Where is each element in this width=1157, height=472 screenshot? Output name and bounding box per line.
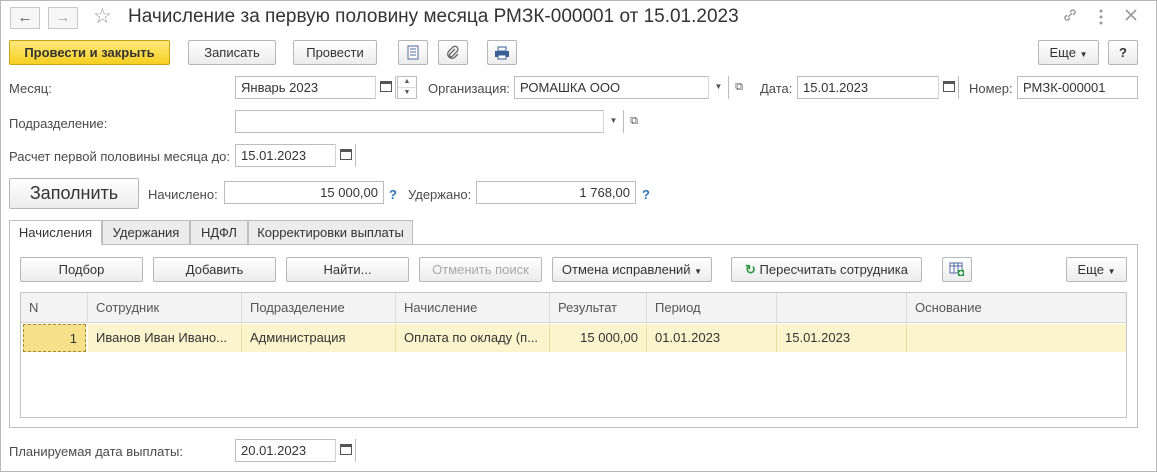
calendar-icon xyxy=(340,444,352,455)
table-cell-employee[interactable]: Иванов Иван Ивано... xyxy=(88,324,242,352)
open-window-icon: ⧉ xyxy=(630,115,638,127)
table-cell-basis[interactable] xyxy=(907,324,1126,352)
table-cell-n[interactable]: 1 xyxy=(23,324,86,352)
dropdown-arrow-icon: ▼ xyxy=(1107,267,1116,276)
arrow-right-icon: → xyxy=(55,9,71,26)
column-header-result[interactable]: Результат xyxy=(550,293,647,323)
column-header-n[interactable]: N xyxy=(21,293,88,323)
pay-date-calendar-button[interactable] xyxy=(335,439,355,462)
back-button[interactable]: ← xyxy=(10,7,40,29)
paperclip-icon xyxy=(447,45,459,59)
calendar-icon xyxy=(943,81,955,92)
chevron-down-icon: ▼ xyxy=(714,82,723,91)
month-input[interactable]: Январь 2023 xyxy=(235,76,396,99)
organization-dropdown-button[interactable]: ▼ xyxy=(708,76,728,99)
withheld-help-link[interactable]: ? xyxy=(642,187,650,202)
tab-withholdings[interactable]: Удержания xyxy=(102,220,190,245)
table-settings-button[interactable] xyxy=(942,257,972,282)
month-stepper[interactable]: ▲ ▼ xyxy=(397,76,417,99)
add-button[interactable]: Добавить xyxy=(153,257,276,282)
pay-date-label: Планируемая дата выплаты: xyxy=(9,444,183,459)
calc-until-calendar-button[interactable] xyxy=(335,144,355,167)
forward-button[interactable]: → xyxy=(48,7,78,29)
window-title: Начисление за первую половину месяца РМЗ… xyxy=(128,6,739,27)
fill-button[interactable]: Заполнить xyxy=(9,178,139,209)
save-button[interactable]: Записать xyxy=(188,40,276,65)
department-dropdown-button[interactable]: ▼ xyxy=(603,110,623,133)
department-label: Подразделение: xyxy=(9,116,108,131)
withheld-label: Удержано: xyxy=(408,187,472,202)
table-cell-department[interactable]: Администрация xyxy=(242,324,396,352)
star-icon[interactable]: ☆ xyxy=(93,4,112,29)
print-button[interactable] xyxy=(487,40,517,65)
date-label: Дата: xyxy=(760,81,793,96)
month-calendar-button[interactable] xyxy=(375,76,395,99)
withheld-value: 1 768,00 xyxy=(476,181,636,204)
column-header-department[interactable]: Подразделение xyxy=(242,293,396,323)
cancel-fixes-label: Отмена исправлений xyxy=(561,262,691,277)
report-button[interactable] xyxy=(398,40,428,65)
refresh-icon: ↻ xyxy=(745,262,756,277)
month-label: Месяц: xyxy=(9,81,52,96)
organization-input[interactable]: РОМАШКА ООО xyxy=(514,76,729,99)
column-header-accrual[interactable]: Начисление xyxy=(396,293,550,323)
post-and-close-button[interactable]: Провести и закрыть xyxy=(9,40,170,65)
organization-open-button[interactable]: ⧉ xyxy=(729,76,749,99)
recalc-label: Пересчитать сотрудника xyxy=(759,262,908,277)
tab-ndfl[interactable]: НДФЛ xyxy=(190,220,248,245)
table-cell-result[interactable]: 15 000,00 xyxy=(550,324,647,352)
pick-button[interactable]: Подбор xyxy=(20,257,143,282)
accrued-help-link[interactable]: ? xyxy=(389,187,397,202)
more-button[interactable]: Еще ▼ xyxy=(1038,40,1099,65)
document-icon xyxy=(407,45,419,60)
dropdown-arrow-icon: ▼ xyxy=(694,267,703,276)
arrow-left-icon: ← xyxy=(17,9,33,26)
table-add-icon xyxy=(949,262,964,276)
calendar-icon xyxy=(340,149,352,160)
more-vertical-icon[interactable] xyxy=(1098,9,1104,29)
column-header-employee[interactable]: Сотрудник xyxy=(88,293,242,323)
find-button[interactable]: Найти... xyxy=(286,257,409,282)
number-label: Номер: xyxy=(969,81,1013,96)
date-input[interactable]: 15.01.2023 xyxy=(797,76,959,99)
department-open-button[interactable]: ⧉ xyxy=(624,110,644,133)
table-cell-period-to[interactable]: 15.01.2023 xyxy=(777,324,907,352)
post-button[interactable]: Провести xyxy=(293,40,377,65)
column-header-period-end[interactable] xyxy=(777,293,907,323)
recalc-employee-button[interactable]: ↻ Пересчитать сотрудника xyxy=(731,257,922,282)
accrued-value: 15 000,00 xyxy=(224,181,384,204)
dropdown-arrow-icon: ▼ xyxy=(1079,50,1088,59)
table-more-label: Еще xyxy=(1077,262,1104,277)
calendar-icon xyxy=(380,81,392,92)
tab-payment-adjustments[interactable]: Корректировки выплаты xyxy=(248,220,413,245)
attach-button[interactable] xyxy=(438,40,468,65)
cancel-search-button[interactable]: Отменить поиск xyxy=(419,257,542,282)
more-label: Еще xyxy=(1049,45,1076,60)
printer-icon xyxy=(495,46,509,60)
chevron-down-icon: ▼ xyxy=(609,116,618,125)
date-calendar-button[interactable] xyxy=(938,76,958,99)
organization-label: Организация: xyxy=(428,81,511,96)
column-header-period[interactable]: Период xyxy=(647,293,777,323)
table-cell-accrual[interactable]: Оплата по окладу (п... xyxy=(396,324,550,352)
number-input[interactable]: РМЗК-000001 xyxy=(1017,76,1138,99)
link-icon[interactable] xyxy=(1062,7,1078,27)
help-button[interactable]: ? xyxy=(1108,40,1138,65)
department-input[interactable] xyxy=(235,110,624,133)
accrued-label: Начислено: xyxy=(148,187,218,202)
step-down-icon[interactable]: ▼ xyxy=(398,88,416,98)
open-window-icon: ⧉ xyxy=(735,81,743,93)
calc-until-label: Расчет первой половины месяца до: xyxy=(9,149,230,164)
step-up-icon[interactable]: ▲ xyxy=(398,77,416,88)
column-header-basis[interactable]: Основание xyxy=(907,293,1126,323)
accruals-table: N Сотрудник Подразделение Начисление Рез… xyxy=(20,292,1127,418)
tab-accruals[interactable]: Начисления xyxy=(9,220,102,245)
cancel-fixes-button[interactable]: Отмена исправлений ▼ xyxy=(552,257,712,282)
table-more-button[interactable]: Еще ▼ xyxy=(1066,257,1127,282)
table-cell-period-from[interactable]: 01.01.2023 xyxy=(647,324,777,352)
close-icon[interactable] xyxy=(1124,8,1138,26)
